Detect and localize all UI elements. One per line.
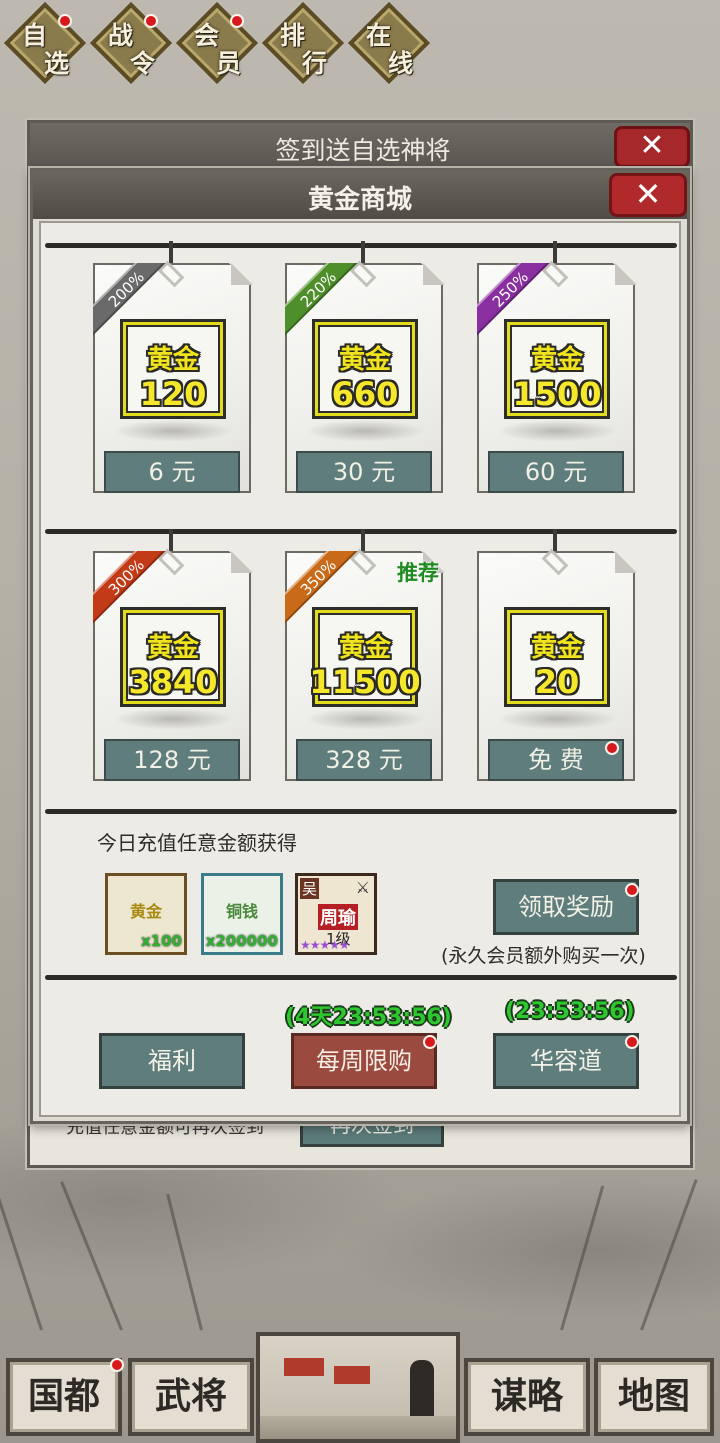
hero-stars: ★★★★★	[300, 938, 350, 952]
huarong-timer: (23:53:56)	[505, 999, 635, 1024]
notification-dot	[230, 14, 244, 28]
gold-pack-card[interactable]: 200% 黄金 120 6 元	[93, 241, 253, 493]
notification-dot	[110, 1358, 124, 1372]
gold-pack-card[interactable]: 350% 推荐 黄金 11500 328 元	[285, 529, 445, 781]
ink-wash	[113, 420, 233, 442]
battle-ground	[260, 1416, 456, 1439]
reward-name: 黄金	[129, 902, 162, 921]
menu-battlepass-button[interactable]: 战 令	[89, 1, 173, 85]
reward-qty: x100	[141, 932, 182, 950]
notification-dot	[58, 14, 72, 28]
reward-gold-item[interactable]: 黄金 x100	[105, 873, 187, 955]
welfare-button[interactable]: 福利	[99, 1033, 245, 1089]
crossed-swords-icon: ⚔	[355, 878, 370, 897]
menu-select-button[interactable]: 自 选	[3, 1, 87, 85]
reward-name: 铜钱	[225, 902, 258, 921]
gold-amount: 660	[331, 375, 399, 413]
menu-label: 选	[44, 49, 70, 78]
claim-reward-button[interactable]: 领取奖励	[493, 879, 639, 935]
signin-close-button[interactable]: ✕	[614, 126, 690, 168]
price-button[interactable]: 60 元	[488, 451, 624, 493]
notification-dot	[625, 883, 639, 897]
card-fold	[231, 263, 253, 285]
gold-label: 黄金	[530, 345, 583, 375]
gold-pack-card[interactable]: 220% 黄金 660 30 元	[285, 241, 445, 493]
gold-shop-title: 黄金商城	[307, 185, 412, 215]
notification-dot	[625, 1035, 639, 1049]
bottom-nav: 国都 武将 谋略 地图	[0, 1328, 720, 1443]
gold-label: 黄金	[338, 633, 391, 663]
nav-generals-button[interactable]: 武将	[128, 1358, 254, 1436]
gold-pack-card-free[interactable]: 黄金 20 免 费	[477, 529, 637, 781]
card-fold	[615, 551, 637, 573]
notification-dot	[605, 741, 619, 755]
ink-wash	[113, 708, 233, 730]
price-button[interactable]: 30 元	[296, 451, 432, 493]
gold-amount: 20	[534, 663, 580, 701]
divider	[45, 809, 677, 814]
vip-extra-note: (永久会员额外购买一次)	[441, 945, 646, 967]
menu-vip-button[interactable]: 会 员	[175, 1, 259, 85]
menu-label: 员	[216, 49, 242, 78]
gold-amount: 3840	[128, 663, 218, 701]
gold-pack-card[interactable]: 250% 黄金 1500 60 元	[477, 241, 637, 493]
divider	[45, 975, 677, 980]
top-menu: 自 选 战 令 会 员 排 行 在 线	[0, 0, 720, 90]
weekly-limit-button[interactable]: 每周限购	[291, 1033, 437, 1089]
ink-wash	[305, 420, 425, 442]
menu-label: 行	[302, 49, 328, 78]
gold-amount: 120	[139, 375, 207, 413]
gold-amount: 11500	[309, 663, 421, 701]
reward-hero-card[interactable]: 吴 ⚔ 周瑜 1级 ★★★★★	[295, 873, 377, 955]
card-fold	[423, 263, 445, 285]
nav-capital-button[interactable]: 国都	[6, 1358, 122, 1436]
notification-dot	[144, 14, 158, 28]
menu-ranking-button[interactable]: 排 行	[261, 1, 345, 85]
ink-wash	[497, 708, 617, 730]
hero-name: 周瑜	[318, 904, 358, 930]
free-claim-button[interactable]: 免 费	[488, 739, 624, 781]
price-button[interactable]: 328 元	[296, 739, 432, 781]
gold-label: 黄金	[530, 633, 583, 663]
gold-label: 黄金	[146, 345, 199, 375]
hero-faction: 吴	[300, 878, 320, 899]
weekly-timer: (4天23:53:56)	[285, 1005, 452, 1030]
close-button[interactable]: ✕	[609, 173, 687, 217]
ink-wash	[497, 420, 617, 442]
huarong-road-button[interactable]: 华容道	[493, 1033, 639, 1089]
menu-label: 令	[130, 49, 156, 78]
notification-dot	[423, 1035, 437, 1049]
daily-recharge-label: 今日充值任意金额获得	[97, 831, 297, 855]
gold-label: 黄金	[338, 345, 391, 375]
reward-qty: x200000	[205, 932, 278, 950]
reward-coin-item[interactable]: 铜钱 x200000	[201, 873, 283, 955]
menu-online-button[interactable]: 在 线	[347, 1, 431, 85]
gold-pack-card[interactable]: 300% 黄金 3840 128 元	[93, 529, 253, 781]
signin-dialog-title: 签到送自选神将	[275, 136, 451, 165]
card-fold	[615, 263, 637, 285]
battle-flag-icon	[334, 1366, 370, 1384]
battle-flag-icon	[284, 1358, 324, 1376]
ink-wash	[305, 708, 425, 730]
gold-amount: 1500	[512, 375, 602, 413]
menu-label: 线	[388, 49, 414, 78]
card-fold	[231, 551, 253, 573]
price-button[interactable]: 6 元	[104, 451, 240, 493]
price-button[interactable]: 128 元	[104, 739, 240, 781]
nav-strategy-button[interactable]: 谋略	[464, 1358, 590, 1436]
nav-map-button[interactable]: 地图	[594, 1358, 714, 1436]
gold-shop-dialog: 黄金商城 ✕ 200% 黄金 120 6 元 220% 黄金 660 30 元 …	[30, 168, 690, 1124]
nav-battle-scene-button[interactable]	[256, 1332, 460, 1443]
gold-shop-body: 200% 黄金 120 6 元 220% 黄金 660 30 元 250% 黄金…	[39, 221, 681, 1117]
recommend-tag: 推荐	[397, 561, 439, 585]
gold-label: 黄金	[146, 633, 199, 663]
